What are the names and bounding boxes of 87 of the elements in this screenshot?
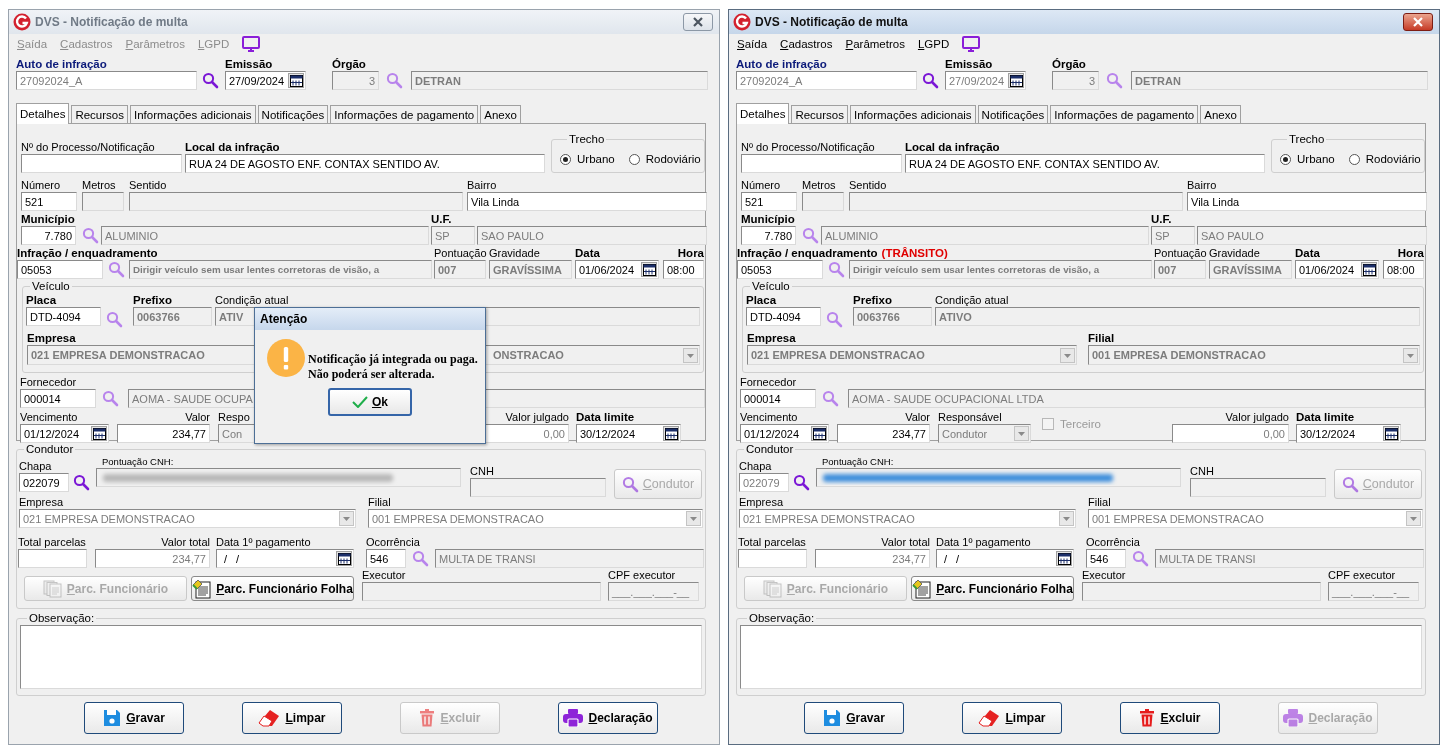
field-label: Data: [575, 246, 600, 260]
field-label: Data 1º pagamento: [216, 535, 311, 549]
field-label: CPF executor: [608, 568, 676, 582]
field-label: Pontuação CNH:: [101, 456, 174, 468]
window-title: DVS - Notificação de multa: [35, 15, 189, 29]
field-label: Infração / enquadramento: [17, 246, 158, 260]
field-label: Vencimento: [20, 410, 78, 424]
field-label: CPF executor: [1328, 568, 1396, 582]
field-label: Total parcelas: [738, 535, 806, 549]
field-label: Data: [1295, 246, 1320, 260]
field-label: Prefixo: [853, 293, 892, 307]
field-label: Valor: [905, 410, 930, 424]
field-label: Empresa: [747, 331, 796, 345]
field-label: Número: [741, 178, 781, 192]
window-title: DVS - Notificação de multa: [755, 15, 909, 29]
field-label: Bairro: [1187, 178, 1217, 192]
field-label: Órgão: [1052, 57, 1086, 71]
field-label: Valor julgado: [1225, 410, 1289, 424]
field-label: Placa: [26, 293, 57, 307]
field-label: Município: [741, 212, 795, 226]
field-label: Executor: [362, 568, 406, 582]
field-label: Data limite: [576, 410, 635, 424]
group-label: Trecho: [1288, 133, 1326, 146]
field-label: Nº do Processo/Notificação: [21, 140, 155, 154]
field-label: Empresa: [739, 495, 784, 509]
field-label: Pontuação: [1154, 246, 1207, 260]
field-label: Total parcelas: [18, 535, 86, 549]
group-label: Trecho: [568, 133, 606, 146]
field-label: Hora: [1397, 246, 1424, 260]
group-label: Observação:: [28, 612, 96, 625]
category-tag: (TRÂNSITO): [881, 246, 948, 260]
field-label: Vencimento: [740, 410, 798, 424]
field-label: Data limite: [1296, 410, 1355, 424]
field-label: Município: [21, 212, 75, 226]
field-label: Órgão: [332, 57, 366, 71]
field-label: Bairro: [467, 178, 497, 192]
field-label: Valor julgado: [505, 410, 569, 424]
field-label: Fornecedor: [740, 375, 797, 389]
field-label: Pontuação: [434, 246, 487, 260]
field-label: Gravidade: [1209, 246, 1260, 260]
field-label: Local da infração: [185, 140, 280, 154]
field-label: Executor: [1082, 568, 1126, 582]
field-label: Valor total: [881, 535, 930, 549]
field-label: Sentido: [129, 178, 167, 192]
field-label: Valor: [185, 410, 210, 424]
field-label: Número: [21, 178, 61, 192]
field-label: CNH: [1190, 464, 1214, 478]
field-label: Respo: [218, 410, 250, 424]
field-label: Metros: [82, 178, 116, 192]
field-label: Placa: [746, 293, 777, 307]
field-label: Chapa: [19, 459, 52, 473]
field-label: Sentido: [849, 178, 887, 192]
field-label: Filial: [1088, 331, 1115, 345]
group-label: Condutor: [745, 443, 795, 456]
group-label: Veículo: [31, 280, 71, 293]
field-label: U.F.: [1151, 212, 1172, 226]
field-label: Valor total: [161, 535, 210, 549]
field-label: Condição atual: [215, 293, 289, 307]
field-label: Data 1º pagamento: [936, 535, 1031, 549]
field-label: Filial: [368, 495, 391, 509]
field-label: Nº do Processo/Notificação: [741, 140, 875, 154]
field-label: Fornecedor: [20, 375, 77, 389]
group-label: Veículo: [751, 280, 791, 293]
field-label: Local da infração: [905, 140, 1000, 154]
field-label: U.F.: [431, 212, 452, 226]
field-label: Chapa: [739, 459, 772, 473]
field-label: Emissão: [225, 57, 273, 71]
dialog-title: Atenção: [255, 308, 485, 330]
field-label: Emissão: [945, 57, 993, 71]
field-label: Auto de infração: [736, 57, 827, 71]
field-label: Prefixo: [133, 293, 172, 307]
field-label: Metros: [802, 178, 836, 192]
field-label: Filial: [1088, 495, 1111, 509]
field-label: Infração / enquadramento: [737, 246, 878, 260]
field-label: Ocorrência: [366, 535, 420, 549]
field-label: Empresa: [27, 331, 76, 345]
group-label: Condutor: [25, 443, 75, 456]
field-label: Auto de infração: [16, 57, 107, 71]
field-label: Empresa: [19, 495, 64, 509]
field-label: Condição atual: [935, 293, 1009, 307]
field-label: Hora: [677, 246, 704, 260]
field-label: Gravidade: [489, 246, 540, 260]
field-label: Responsável: [938, 410, 1002, 424]
field-label: Pontuação CNH:: [821, 456, 894, 468]
field-label: CNH: [470, 464, 494, 478]
group-label: Observação:: [748, 612, 816, 625]
field-label: Ocorrência: [1086, 535, 1140, 549]
